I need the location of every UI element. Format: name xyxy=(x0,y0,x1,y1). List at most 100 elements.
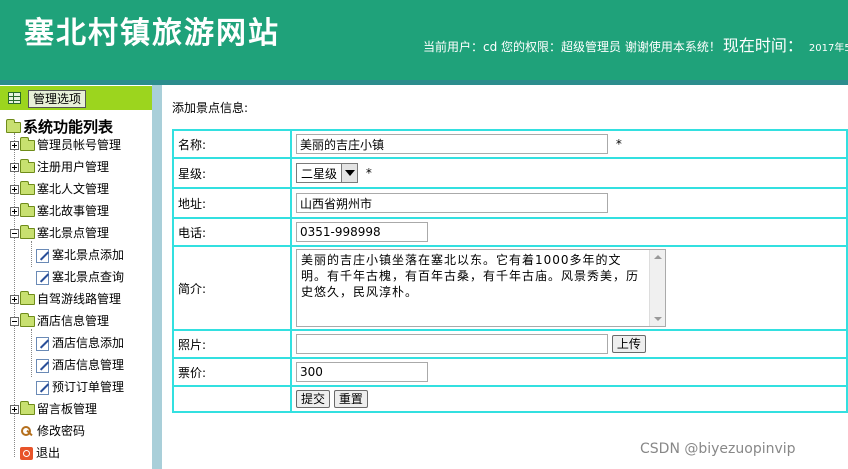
price-input[interactable] xyxy=(296,362,428,382)
intro-cell: 美丽的吉庄小镇坐落在塞北以东。它有着1000多年的文明。有千年古槐，有百年古桑，… xyxy=(290,245,848,331)
site-title: 塞北村镇旅游网站 xyxy=(24,16,280,51)
grid-icon xyxy=(8,92,21,104)
name-label: 名称: xyxy=(172,129,292,159)
intro-textarea[interactable]: 美丽的吉庄小镇坐落在塞北以东。它有着1000多年的文明。有千年古槐，有百年古桑，… xyxy=(296,249,666,327)
sidebar-item-scenic-spots[interactable]: 塞北景点管理 xyxy=(10,224,109,242)
edit-doc-icon xyxy=(36,270,49,285)
folder-open-icon xyxy=(6,119,21,133)
sidebar-item-label: 自驾游线路管理 xyxy=(37,292,122,306)
folder-open-icon xyxy=(20,225,35,239)
manage-options-button[interactable]: 管理选项 xyxy=(28,90,87,108)
sidebar-item-label: 酒店信息添加 xyxy=(52,336,125,350)
sidebar-item-label: 塞北景点添加 xyxy=(52,248,125,262)
sidebar-item-road-trip-routes[interactable]: 自驾游线路管理 xyxy=(10,290,121,308)
user-info-text: 当前用户：cd 您的权限：超级管理员 谢谢使用本系统！ xyxy=(423,40,721,54)
folder-icon xyxy=(20,291,35,305)
sidebar-item-admin-accounts[interactable]: 管理员帐号管理 xyxy=(10,136,121,154)
address-cell xyxy=(290,187,848,219)
folder-icon xyxy=(20,181,35,195)
phone-label: 电话: xyxy=(172,217,292,247)
user-info-bar: 当前用户：cd 您的权限：超级管理员 谢谢使用本系统！现在时间： 2017年5月 xyxy=(423,32,848,56)
sidebar-item-label: 留言板管理 xyxy=(37,402,98,416)
photo-cell: 上传 xyxy=(290,329,848,359)
expand-icon[interactable] xyxy=(10,295,19,304)
photo-input[interactable] xyxy=(296,334,608,354)
sidebar-item-label: 塞北故事管理 xyxy=(37,204,110,218)
intro-text: 美丽的吉庄小镇坐落在塞北以东。它有着1000多年的文明。有千年古槐，有百年古桑，… xyxy=(301,253,640,299)
sidebar-item-culture[interactable]: 塞北人文管理 xyxy=(10,180,109,198)
tree-root[interactable]: 系统功能列表 xyxy=(6,116,113,137)
chevron-down-icon[interactable] xyxy=(341,164,358,182)
sidebar-item-booking-orders[interactable]: 预订订单管理 xyxy=(36,378,124,396)
required-mark: * xyxy=(365,166,372,180)
sidebar-item-label: 塞北景点查询 xyxy=(52,270,125,284)
sidebar-item-manage-hotel[interactable]: 酒店信息管理 xyxy=(36,356,124,374)
tree-guide-line xyxy=(31,329,32,377)
sidebar-item-add-scenic-spot[interactable]: 塞北景点添加 xyxy=(36,246,124,264)
address-input[interactable] xyxy=(296,193,608,213)
sidebar-item-query-scenic-spot[interactable]: 塞北景点查询 xyxy=(36,268,124,286)
expand-icon[interactable] xyxy=(10,405,19,414)
edit-doc-icon xyxy=(36,336,49,351)
sidebar-item-label: 塞北人文管理 xyxy=(37,182,110,196)
phone-cell xyxy=(290,217,848,247)
sidebar-item-add-hotel[interactable]: 酒店信息添加 xyxy=(36,334,124,352)
sidebar-item-registered-users[interactable]: 注册用户管理 xyxy=(10,158,109,176)
edit-doc-icon xyxy=(36,380,49,395)
expand-icon[interactable] xyxy=(10,163,19,172)
collapse-icon[interactable] xyxy=(10,229,19,238)
phone-input[interactable] xyxy=(296,222,428,242)
address-label: 地址: xyxy=(172,187,292,219)
sidebar-item-label: 酒店信息管理 xyxy=(37,314,110,328)
exit-icon xyxy=(20,447,33,460)
key-icon xyxy=(20,425,34,439)
folder-icon xyxy=(20,137,35,151)
folder-icon xyxy=(20,159,35,173)
price-cell xyxy=(290,357,848,387)
sidebar-item-label: 退出 xyxy=(36,446,61,460)
folder-open-icon xyxy=(20,313,35,327)
name-cell: * xyxy=(290,129,848,159)
sidebar-item-label: 预订订单管理 xyxy=(52,380,125,394)
reset-button[interactable]: 重置 xyxy=(333,390,368,408)
sidebar-item-change-password[interactable]: 修改密码 xyxy=(20,422,85,440)
expand-icon[interactable] xyxy=(10,207,19,216)
edit-doc-icon xyxy=(36,358,49,373)
sidebar-item-stories[interactable]: 塞北故事管理 xyxy=(10,202,109,220)
star-level-value: 二星级 xyxy=(301,166,338,181)
star-cell: 二星级 * xyxy=(290,157,848,189)
tree-root-label: 系统功能列表 xyxy=(23,118,114,136)
tree-guide-line xyxy=(31,241,32,267)
sidebar-item-hotel-info[interactable]: 酒店信息管理 xyxy=(10,312,109,330)
form-heading: 添加景点信息: xyxy=(172,101,249,115)
collapse-icon[interactable] xyxy=(10,317,19,326)
star-label: 星级: xyxy=(172,157,292,189)
star-level-select[interactable]: 二星级 xyxy=(296,163,359,183)
sidebar-item-label: 塞北景点管理 xyxy=(37,226,110,240)
name-input[interactable] xyxy=(296,134,608,154)
upload-button[interactable]: 上传 xyxy=(611,335,646,353)
sidebar-header: 管理选项 xyxy=(0,86,152,110)
sidebar-item-label: 注册用户管理 xyxy=(37,160,110,174)
textarea-scrollbar[interactable] xyxy=(649,250,665,326)
sidebar: 管理选项 系统功能列表 管理员帐号管理 注册用户管理 塞北人文管理 塞北故事管理… xyxy=(0,85,152,469)
folder-icon xyxy=(20,203,35,217)
price-label: 票价: xyxy=(172,357,292,387)
actions-cell: 提交 重置 xyxy=(290,385,848,413)
folder-icon xyxy=(20,401,35,415)
edit-doc-icon xyxy=(36,248,49,263)
submit-button[interactable]: 提交 xyxy=(296,390,331,408)
expand-icon[interactable] xyxy=(10,141,19,150)
expand-icon[interactable] xyxy=(10,185,19,194)
sidebar-item-label: 管理员帐号管理 xyxy=(37,138,122,152)
watermark: CSDN @biyezuopinvip xyxy=(640,441,796,457)
intro-label: 简介: xyxy=(172,245,292,331)
page-header: 塞北村镇旅游网站 当前用户：cd 您的权限：超级管理员 谢谢使用本系统！ 现在时间… xyxy=(0,0,848,80)
sidebar-divider xyxy=(152,85,162,469)
sidebar-item-message-board[interactable]: 留言板管理 xyxy=(10,400,97,418)
actions-label-cell xyxy=(172,385,292,413)
add-scenic-spot-form: 名称: * 星级: 二星级 * 地址: 电话: 简介: 美丽的吉庄小镇坐 xyxy=(172,129,848,413)
sidebar-item-label: 酒店信息管理 xyxy=(52,358,125,372)
sidebar-item-label: 修改密码 xyxy=(37,424,86,438)
sidebar-item-logout[interactable]: 退出 xyxy=(20,444,60,462)
